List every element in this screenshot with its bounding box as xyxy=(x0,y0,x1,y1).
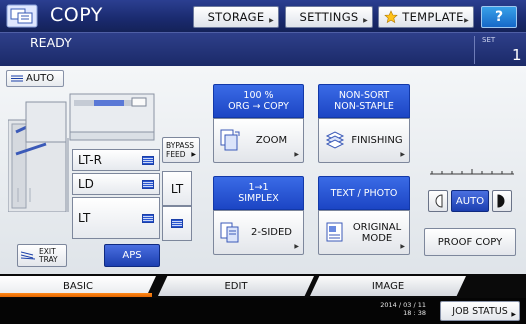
tray-2-size: LD xyxy=(78,177,94,191)
tray-2[interactable]: LD xyxy=(72,173,160,195)
storage-label: STORAGE xyxy=(207,10,265,24)
lighter-icon xyxy=(435,194,443,208)
title-bar: COPY STORAGE ▶ SETTINGS ▶ TEMPLATE ▶ ? xyxy=(0,0,526,32)
corner-arrow-icon: ▶ xyxy=(511,311,516,318)
two-sided-label: 2-SIDED xyxy=(251,227,292,238)
density-auto-label: AUTO xyxy=(455,195,485,207)
app-title: COPY xyxy=(50,4,103,26)
bypass-tray[interactable]: LT xyxy=(162,171,192,206)
original-mode-icon xyxy=(326,222,343,242)
finishing-icon xyxy=(325,131,345,149)
active-tab-indicator xyxy=(0,293,152,297)
two-sided-status: 1→1 SIMPLEX xyxy=(213,176,304,210)
zoom-status: 100 % ORG → COPY xyxy=(213,84,304,118)
template-label: TEMPLATE xyxy=(402,10,464,24)
aps-button[interactable]: APS xyxy=(104,244,160,267)
job-status-label: JOB STATUS xyxy=(452,305,508,317)
darker-button[interactable] xyxy=(492,190,512,212)
original-mode-label-1: ORIGINAL xyxy=(352,221,402,233)
tab-image-label: IMAGE xyxy=(371,280,405,292)
divider xyxy=(474,36,475,64)
zoom-icon xyxy=(220,129,240,151)
finishing-status: NON-SORT NON-STAPLE xyxy=(318,84,410,118)
darker-icon xyxy=(497,194,505,208)
density-scale xyxy=(430,169,514,175)
status-message: READY xyxy=(30,35,72,50)
zoom-mode: ORG → COPY xyxy=(228,101,289,112)
time: 18 : 38 xyxy=(403,309,426,317)
exit-label-2: TRAY xyxy=(39,254,58,264)
zoom-label: ZOOM xyxy=(255,135,288,146)
paper-stack-icon xyxy=(11,75,23,81)
tab-edit[interactable]: EDIT xyxy=(158,276,314,296)
corner-arrow-icon: ▶ xyxy=(294,243,299,250)
original-mode-button[interactable]: ORIGINAL MODE ▶ xyxy=(318,210,410,255)
corner-arrow-icon: ▶ xyxy=(400,151,405,158)
status-bar: READY SET 1 xyxy=(0,32,526,66)
tray-3-size: LT xyxy=(78,211,91,225)
paper-level-icon xyxy=(142,213,154,223)
original-mode-label-2: MODE xyxy=(361,232,393,244)
density-auto-button[interactable]: AUTO xyxy=(451,190,489,212)
set-label: SET xyxy=(482,36,496,44)
lighter-button[interactable] xyxy=(428,190,448,212)
paper-level-icon xyxy=(142,155,154,165)
paper-level-icon xyxy=(142,179,154,189)
original-mode-value: TEXT / PHOTO xyxy=(330,187,398,199)
basic-panel: AUTO LT-R LD LT BYPASS FEED ▶ LT EXIT TR… xyxy=(0,66,526,274)
tray-3[interactable]: LT xyxy=(72,197,160,239)
auto-paper-indicator: AUTO xyxy=(6,70,64,87)
finishing-sort: NON-SORT xyxy=(338,90,390,101)
tab-image[interactable]: IMAGE xyxy=(310,276,466,296)
zoom-ratio: 100 % xyxy=(243,90,274,101)
star-icon xyxy=(384,10,398,24)
bypass-label-1: BYPASS xyxy=(166,141,195,150)
date: 2014 / 03 / 11 xyxy=(380,301,426,309)
footer-bar: 2014 / 03 / 11 18 : 38 JOB STATUS ▶ xyxy=(0,298,526,324)
copier-icon xyxy=(6,4,38,28)
finishing-staple: NON-STAPLE xyxy=(334,101,394,112)
original-mode-status: TEXT / PHOTO xyxy=(318,176,410,210)
two-sided-ratio: 1→1 xyxy=(248,182,269,193)
exit-tray-button[interactable]: EXIT TRAY xyxy=(17,244,67,267)
copy-count: 1 xyxy=(512,46,522,64)
proof-copy-button[interactable]: PROOF COPY xyxy=(424,228,516,256)
finishing-label: FINISHING xyxy=(351,135,403,146)
two-sided-mode: SIMPLEX xyxy=(238,193,279,204)
aps-label: APS xyxy=(122,250,142,261)
corner-arrow-icon: ▶ xyxy=(294,151,299,158)
corner-arrow-icon: ▶ xyxy=(400,243,405,250)
storage-button[interactable]: STORAGE ▶ xyxy=(193,6,279,28)
original-mode-label: ORIGINAL MODE xyxy=(349,211,405,254)
proof-copy-label: PROOF COPY xyxy=(437,236,503,248)
bypass-size: LT xyxy=(170,181,184,196)
corner-arrow-icon: ▶ xyxy=(191,151,196,158)
two-sided-icon xyxy=(220,222,239,243)
auto-label: AUTO xyxy=(26,73,55,84)
paper-level-icon xyxy=(171,219,183,228)
corner-arrow-icon: ▶ xyxy=(464,17,469,24)
template-button[interactable]: TEMPLATE ▶ xyxy=(378,6,474,28)
finishing-button[interactable]: FINISHING ▶ xyxy=(318,118,410,163)
settings-button[interactable]: SETTINGS ▶ xyxy=(285,6,373,28)
datetime: 2014 / 03 / 11 18 : 38 xyxy=(368,301,426,317)
tab-basic-label: BASIC xyxy=(63,280,93,292)
tray-1[interactable]: LT-R xyxy=(72,149,160,171)
zoom-button[interactable]: ZOOM ▶ xyxy=(213,118,304,163)
settings-label: SETTINGS xyxy=(299,10,359,24)
corner-arrow-icon: ▶ xyxy=(363,17,368,24)
tray-1-size: LT-R xyxy=(78,153,102,167)
tab-edit-label: EDIT xyxy=(224,280,248,292)
two-sided-button[interactable]: 2-SIDED ▶ xyxy=(213,210,304,255)
help-label: ? xyxy=(494,9,504,25)
bypass-tray-select[interactable] xyxy=(162,206,192,241)
job-status-button[interactable]: JOB STATUS ▶ xyxy=(440,301,520,321)
bypass-feed-button[interactable]: BYPASS FEED ▶ xyxy=(162,137,200,163)
corner-arrow-icon: ▶ xyxy=(269,17,274,24)
help-button[interactable]: ? xyxy=(481,6,517,28)
exit-tray-icon xyxy=(21,251,35,260)
